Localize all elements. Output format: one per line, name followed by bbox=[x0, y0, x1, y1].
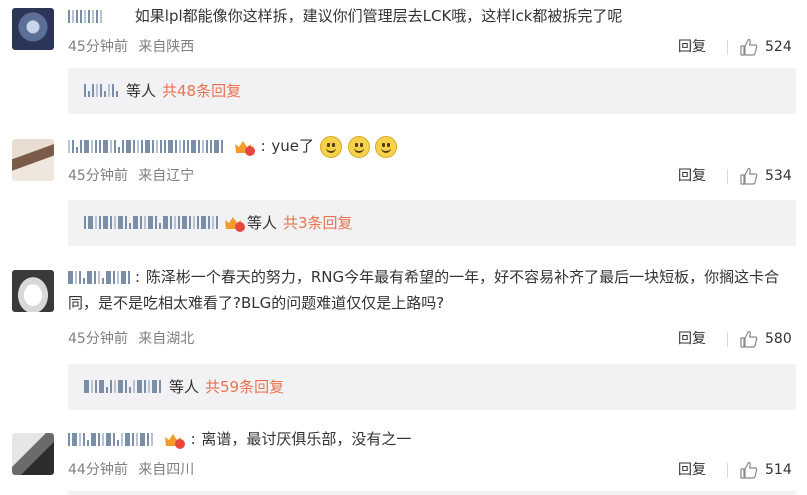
sub-replies[interactable]: 等人 共48条回复 bbox=[68, 68, 796, 114]
sub-replies[interactable]: 等人 共3条回复 bbox=[68, 200, 796, 246]
comment-location: 来自辽宁 bbox=[138, 168, 195, 184]
sub-replies-preview bbox=[68, 491, 796, 495]
comment-text: : 陈泽彬一个春天的努力，RNG今年最有希望的一年，好不容易补齐了最后一块短板，… bbox=[68, 268, 780, 312]
smile-emoji-icon bbox=[319, 135, 342, 158]
sub-username[interactable] bbox=[84, 380, 163, 394]
like-count: 514 bbox=[765, 462, 792, 478]
thumbs-up-icon bbox=[740, 330, 758, 348]
avatar[interactable] bbox=[12, 8, 54, 50]
reply-button[interactable]: 回复 bbox=[678, 329, 706, 349]
reply-button[interactable]: 回复 bbox=[678, 166, 706, 186]
username[interactable] bbox=[68, 139, 225, 154]
avatar[interactable] bbox=[12, 270, 54, 312]
others-label: 等人 bbox=[247, 214, 278, 232]
comment-meta: 45分钟前 来自湖北 bbox=[68, 329, 194, 349]
others-label: 等人 bbox=[126, 82, 157, 100]
vip-badge-icon bbox=[164, 433, 185, 449]
like-button[interactable]: 534 bbox=[740, 166, 792, 186]
comment-text: : yue了 bbox=[68, 133, 799, 159]
like-button[interactable]: 524 bbox=[740, 37, 792, 57]
like-count: 524 bbox=[765, 39, 792, 55]
thumbs-up-icon bbox=[740, 38, 758, 56]
sub-reply-count[interactable]: 共48条回复 bbox=[162, 80, 241, 102]
comment-body: 离谱，最讨厌俱乐部，没有之一 bbox=[201, 430, 412, 448]
others-label: 等人 bbox=[169, 378, 200, 396]
thumbs-up-icon bbox=[740, 167, 758, 185]
comment-meta: 45分钟前 来自陕西 bbox=[68, 37, 194, 57]
comment-body: 如果lpl都能像你这样拆，建议你们管理层去LCK哦，这样lck都被拆完了呢 bbox=[134, 7, 623, 25]
vip-badge-icon bbox=[234, 140, 255, 156]
comment-text: : 离谱，最讨厌俱乐部，没有之一 bbox=[68, 426, 799, 452]
comment-body: yue了 bbox=[271, 137, 315, 155]
username[interactable] bbox=[68, 432, 155, 447]
comment-text: 如果lpl都能像你这样拆，建议你们管理层去LCK哦，这样lck都被拆完了呢 bbox=[68, 3, 799, 29]
sub-replies[interactable]: 等人 共59条回复 bbox=[68, 364, 796, 410]
reply-button[interactable]: 回复 bbox=[678, 460, 706, 480]
like-count: 580 bbox=[765, 331, 792, 347]
like-count: 534 bbox=[765, 168, 792, 184]
divider bbox=[727, 40, 728, 55]
sub-reply-count[interactable]: 共59条回复 bbox=[205, 376, 284, 398]
comment-time: 45分钟前 bbox=[68, 39, 128, 55]
comment-time: 45分钟前 bbox=[68, 168, 128, 184]
smile-emoji-icon bbox=[375, 135, 398, 158]
sub-username[interactable] bbox=[84, 84, 120, 98]
divider bbox=[727, 463, 728, 478]
sub-reply-count[interactable]: 共3条回复 bbox=[283, 212, 353, 234]
username[interactable] bbox=[68, 9, 104, 24]
comment-location: 来自湖北 bbox=[138, 331, 195, 347]
comment-time: 45分钟前 bbox=[68, 331, 128, 347]
divider bbox=[727, 169, 728, 184]
like-button[interactable]: 514 bbox=[740, 460, 792, 480]
username[interactable] bbox=[68, 270, 132, 285]
sub-username[interactable] bbox=[84, 216, 220, 230]
smile-emoji-icon bbox=[347, 135, 370, 158]
like-button[interactable]: 580 bbox=[740, 329, 792, 349]
comment-body: 陈泽彬一个春天的努力，RNG今年最有希望的一年，好不容易补齐了最后一块短板，你搁… bbox=[68, 268, 780, 312]
vip-badge-icon bbox=[225, 217, 245, 232]
comment-meta: 45分钟前 来自辽宁 bbox=[68, 166, 194, 186]
comment-location: 来自四川 bbox=[138, 462, 195, 478]
comment-time: 44分钟前 bbox=[68, 462, 128, 478]
divider bbox=[727, 332, 728, 347]
comment-meta: 44分钟前 来自四川 bbox=[68, 460, 194, 480]
thumbs-up-icon bbox=[740, 461, 758, 479]
comment-location: 来自陕西 bbox=[138, 39, 195, 55]
avatar[interactable] bbox=[12, 433, 54, 475]
avatar[interactable] bbox=[12, 139, 54, 181]
reply-button[interactable]: 回复 bbox=[678, 37, 706, 57]
